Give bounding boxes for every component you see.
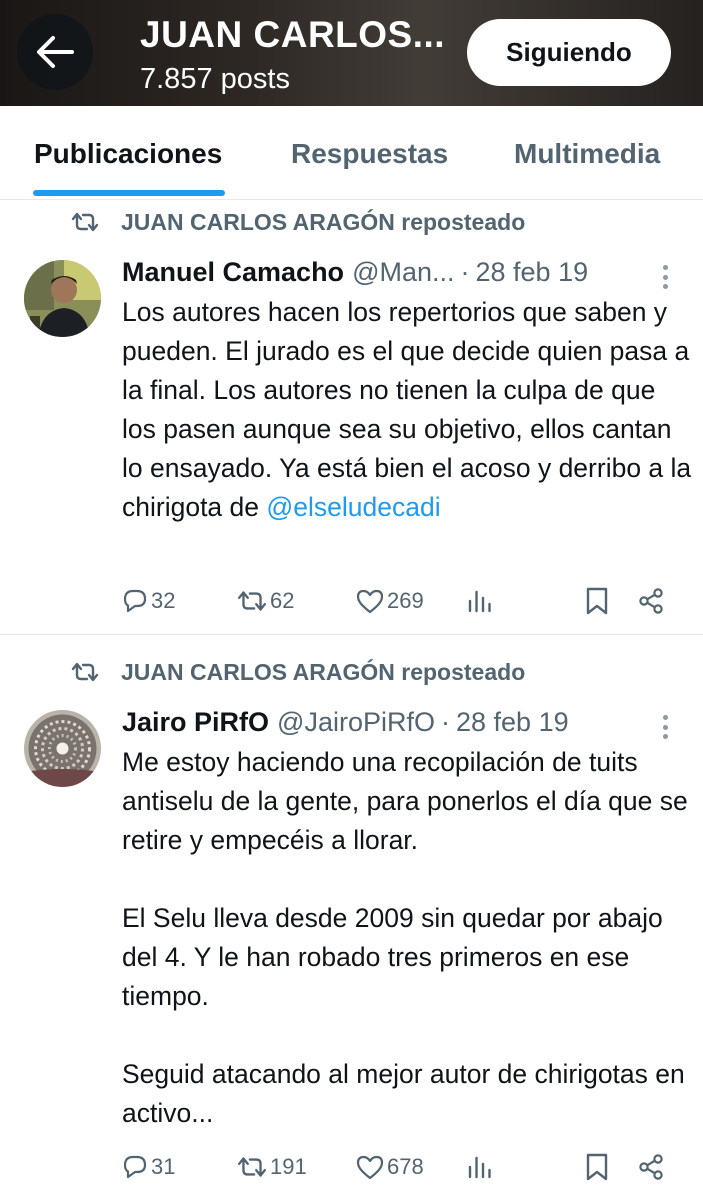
retweet-icon	[238, 591, 266, 611]
reply-button[interactable]: 32	[121, 583, 175, 619]
separator: ·	[441, 706, 450, 737]
like-button[interactable]: 269	[355, 583, 424, 619]
repost-count: 62	[270, 588, 295, 613]
bookmark-button[interactable]	[584, 583, 610, 619]
repost-label: JUAN CARLOS ARAGÓN reposteado	[121, 658, 526, 685]
active-tab-indicator	[33, 190, 225, 196]
tab-respuestas[interactable]: Respuestas	[291, 138, 448, 170]
tab-publicaciones[interactable]: Publicaciones	[34, 138, 222, 170]
post-actions: 31 191 678	[0, 1149, 703, 1185]
post-header: Jairo PiRfO @JairoPiRfO · 28 feb 19	[122, 703, 569, 741]
more-icon	[662, 715, 668, 720]
views-icon	[468, 590, 491, 613]
bookmark-icon	[586, 1153, 608, 1181]
author-name[interactable]: Jairo PiRfO	[122, 707, 269, 738]
avatar[interactable]	[24, 260, 101, 337]
like-count: 269	[387, 588, 424, 613]
back-arrow-icon	[37, 36, 74, 68]
like-count: 678	[387, 1154, 424, 1179]
share-button[interactable]	[637, 583, 665, 619]
more-icon	[662, 265, 668, 270]
following-button[interactable]: Siguiendo	[467, 19, 671, 86]
like-icon	[356, 589, 384, 614]
bookmark-button[interactable]	[584, 1149, 610, 1185]
repost-label: JUAN CARLOS ARAGÓN reposteado	[121, 208, 526, 235]
profile-header: JUAN CARLOS... 7.857 posts Siguiendo	[0, 0, 703, 106]
post-text: Los autores hacen los repertorios que sa…	[122, 297, 699, 522]
views-button[interactable]	[467, 583, 493, 619]
post-actions: 32 62 269	[0, 583, 703, 619]
like-button[interactable]: 678	[355, 1149, 424, 1185]
reply-count: 31	[151, 1154, 176, 1179]
author-handle[interactable]: @Man...	[352, 257, 454, 288]
retweet-icon	[71, 662, 99, 682]
author-name[interactable]: Manuel Camacho	[122, 257, 344, 288]
post-item[interactable]: JUAN CARLOS ARAGÓN reposteado Jairo PiRf…	[0, 650, 703, 1200]
separator: ·	[460, 256, 470, 287]
reply-count: 32	[151, 588, 176, 613]
author-handle[interactable]: @JairoPiRfO	[277, 707, 435, 738]
repost-button[interactable]: 191	[236, 1149, 307, 1185]
share-icon	[639, 588, 663, 614]
post-text: Me estoy haciendo una recopilación de tu…	[122, 747, 688, 1128]
reply-icon	[123, 1155, 147, 1179]
tab-multimedia[interactable]: Multimedia	[514, 138, 660, 170]
mention-link[interactable]: @elseludecadi	[266, 492, 440, 522]
reply-button[interactable]: 31	[121, 1149, 175, 1185]
post-item[interactable]: JUAN CARLOS ARAGÓN reposteado Manuel Cam…	[0, 200, 703, 634]
bookmark-icon	[586, 587, 608, 615]
post-date[interactable]: 28 feb 19	[456, 707, 569, 738]
more-options-button[interactable]	[655, 261, 675, 293]
posts-count: 7.857 posts	[140, 63, 290, 95]
post-header: Manuel Camacho @Man... · 28 feb 19	[122, 253, 588, 291]
more-options-button[interactable]	[655, 711, 675, 743]
repost-count: 191	[270, 1154, 307, 1179]
retweet-icon	[71, 212, 99, 232]
profile-tabs: Publicaciones Respuestas Multimedia	[0, 106, 703, 200]
share-button[interactable]	[637, 1149, 665, 1185]
views-icon	[468, 1156, 491, 1179]
repost-button[interactable]: 62	[236, 583, 294, 619]
post-date[interactable]: 28 feb 19	[476, 257, 589, 288]
back-button[interactable]	[17, 14, 93, 90]
share-icon	[639, 1154, 663, 1180]
views-button[interactable]	[467, 1149, 493, 1185]
repost-indicator: JUAN CARLOS ARAGÓN reposteado	[70, 654, 525, 690]
like-icon	[356, 1155, 384, 1180]
retweet-icon	[238, 1157, 266, 1177]
avatar[interactable]	[24, 710, 101, 787]
profile-name: JUAN CARLOS...	[140, 14, 446, 55]
reply-icon	[123, 589, 147, 613]
repost-indicator: JUAN CARLOS ARAGÓN reposteado	[70, 204, 525, 240]
post-divider	[0, 634, 703, 635]
